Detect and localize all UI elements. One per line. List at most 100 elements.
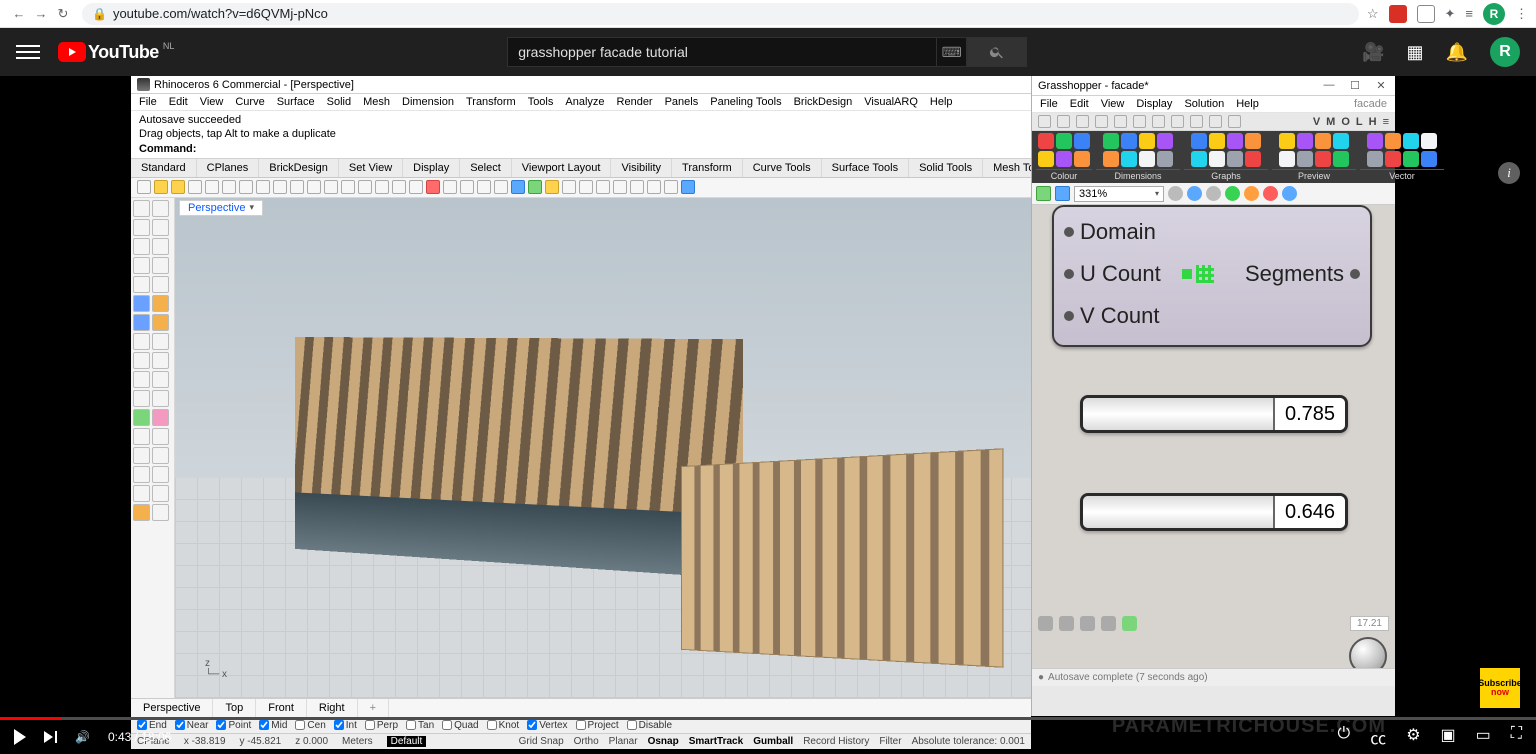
gh-menu-solution[interactable]: Solution bbox=[1184, 98, 1224, 110]
preview-blue-icon[interactable] bbox=[1282, 186, 1297, 201]
ribbon-icon[interactable] bbox=[1367, 151, 1383, 167]
keyboard-icon[interactable]: ⌨ bbox=[937, 37, 967, 67]
ribbon-icon[interactable] bbox=[1139, 151, 1155, 167]
tab-solid-tools[interactable]: Solid Tools bbox=[909, 159, 983, 177]
miniplayer-button[interactable]: ▣ bbox=[1441, 725, 1456, 749]
gh-category-bar[interactable]: VMOLH≡ bbox=[1032, 113, 1395, 131]
ribbon-group-preview[interactable]: Preview bbox=[1272, 169, 1356, 181]
add-view-tab[interactable]: + bbox=[358, 699, 389, 717]
reload-button[interactable]: ↻ bbox=[52, 6, 74, 22]
gh-menu-view[interactable]: View bbox=[1101, 98, 1125, 110]
ribbon-icon[interactable] bbox=[1103, 133, 1119, 149]
volume-button[interactable]: 🔊 bbox=[75, 730, 90, 744]
ribbon-icon[interactable] bbox=[1367, 133, 1383, 149]
settings-button[interactable]: ⚙ bbox=[1406, 725, 1420, 749]
number-slider[interactable]: 0.646 bbox=[1080, 493, 1348, 531]
facade-panel-model[interactable] bbox=[681, 448, 1003, 668]
preview-orange-icon[interactable] bbox=[1244, 186, 1259, 201]
search-button[interactable] bbox=[967, 37, 1027, 67]
canvas-tool-icon[interactable] bbox=[1206, 186, 1221, 201]
ribbon-icon[interactable] bbox=[1403, 151, 1419, 167]
ribbon-icon[interactable] bbox=[1038, 133, 1054, 149]
tab-set-view[interactable]: Set View bbox=[339, 159, 403, 177]
canvas-widgets[interactable] bbox=[1032, 612, 1143, 635]
menu-surface[interactable]: Surface bbox=[277, 96, 315, 108]
cat-H[interactable]: H bbox=[1369, 116, 1377, 128]
address-bar[interactable]: 🔒 youtube.com/watch?v=d6QVMj-pNco bbox=[82, 3, 1359, 25]
divide-domain-node[interactable]: Domain U Count Segments V Count bbox=[1052, 205, 1372, 347]
node-input-vcount[interactable]: V Count bbox=[1080, 303, 1160, 329]
close-button[interactable]: ✕ bbox=[1373, 79, 1389, 92]
tab-select[interactable]: Select bbox=[460, 159, 512, 177]
gh-canvas[interactable]: Domain U Count Segments V Count 0.785 bbox=[1032, 205, 1395, 683]
viewport-label[interactable]: Perspective bbox=[179, 200, 263, 216]
cmd-prompt[interactable]: Command: bbox=[139, 142, 1023, 156]
menu-render[interactable]: Render bbox=[617, 96, 653, 108]
autoplay-toggle[interactable]: ⏻ bbox=[1338, 725, 1351, 749]
ribbon-icon[interactable] bbox=[1333, 133, 1349, 149]
star-icon[interactable]: ☆ bbox=[1367, 6, 1379, 22]
ribbon-icon[interactable] bbox=[1227, 133, 1243, 149]
ribbon-icon[interactable] bbox=[1121, 133, 1137, 149]
captions-button[interactable]: ㏄ bbox=[1370, 725, 1386, 749]
slider-value[interactable]: 0.785 bbox=[1273, 398, 1345, 430]
slider-grip[interactable] bbox=[1347, 404, 1348, 424]
maximize-button[interactable]: ☐ bbox=[1347, 79, 1363, 92]
apps-icon[interactable]: ▦ bbox=[1407, 42, 1424, 63]
open-icon[interactable] bbox=[1036, 186, 1051, 201]
hamburger-menu[interactable] bbox=[16, 41, 40, 63]
gh-doc-name[interactable]: facade bbox=[1354, 98, 1387, 110]
slider-grip[interactable] bbox=[1080, 502, 1081, 522]
viewport-tabs[interactable]: PerspectiveTopFrontRight+ bbox=[131, 698, 1031, 717]
menu-transform[interactable]: Transform bbox=[466, 96, 516, 108]
cat-O[interactable]: O bbox=[1341, 116, 1350, 128]
menu-file[interactable]: File bbox=[139, 96, 157, 108]
preview-red-icon[interactable] bbox=[1263, 186, 1278, 201]
notifications-icon[interactable]: 🔔 bbox=[1446, 42, 1468, 63]
ribbon-icon[interactable] bbox=[1315, 133, 1331, 149]
menu-visualarq[interactable]: VisualARQ bbox=[864, 96, 918, 108]
gh-canvas-toolbar[interactable]: 331% bbox=[1032, 183, 1395, 205]
ribbon-icon[interactable] bbox=[1157, 151, 1173, 167]
view-tab-perspective[interactable]: Perspective bbox=[131, 699, 213, 717]
ribbon-icon[interactable] bbox=[1056, 133, 1072, 149]
ribbon-icon[interactable] bbox=[1403, 133, 1419, 149]
ribbon-icon[interactable] bbox=[1209, 151, 1225, 167]
menu-view[interactable]: View bbox=[200, 96, 224, 108]
menu-paneling-tools[interactable]: Paneling Tools bbox=[710, 96, 781, 108]
view-tab-right[interactable]: Right bbox=[307, 699, 358, 717]
ribbon-icon[interactable] bbox=[1297, 151, 1313, 167]
youtube-logo[interactable]: YouTube NL bbox=[58, 42, 172, 63]
subscribe-watermark[interactable]: Subscribe now bbox=[1480, 668, 1520, 708]
ribbon-icon[interactable] bbox=[1191, 133, 1207, 149]
gh-menu-file[interactable]: File bbox=[1040, 98, 1058, 110]
toolbar-tabs[interactable]: StandardCPlanesBrickDesignSet ViewDispla… bbox=[131, 159, 1031, 178]
menu-help[interactable]: Help bbox=[930, 96, 953, 108]
cat-more[interactable]: ≡ bbox=[1383, 116, 1389, 128]
ribbon-icon[interactable] bbox=[1227, 151, 1243, 167]
standard-toolbar[interactable] bbox=[131, 178, 1031, 198]
ribbon-icon[interactable] bbox=[1191, 151, 1207, 167]
ribbon-icon[interactable] bbox=[1157, 133, 1173, 149]
tab-transform[interactable]: Transform bbox=[672, 159, 743, 177]
ribbon-icon[interactable] bbox=[1056, 151, 1072, 167]
view-tab-front[interactable]: Front bbox=[256, 699, 307, 717]
ribbon-icon[interactable] bbox=[1421, 151, 1437, 167]
side-toolbar[interactable] bbox=[131, 198, 175, 698]
extensions-icon[interactable]: ✦ bbox=[1445, 6, 1456, 22]
next-button[interactable] bbox=[44, 731, 57, 743]
menu-brickdesign[interactable]: BrickDesign bbox=[794, 96, 853, 108]
ribbon-icon[interactable] bbox=[1279, 133, 1295, 149]
gh-menu-bar[interactable]: FileEditViewDisplaySolutionHelpfacade bbox=[1032, 96, 1395, 113]
minimize-button[interactable]: — bbox=[1321, 79, 1337, 92]
tab-surface-tools[interactable]: Surface Tools bbox=[822, 159, 909, 177]
gh-menu-help[interactable]: Help bbox=[1236, 98, 1259, 110]
canvas-tool-icon[interactable] bbox=[1187, 186, 1202, 201]
cat-V[interactable]: V bbox=[1313, 116, 1320, 128]
node-input-domain[interactable]: Domain bbox=[1080, 219, 1156, 245]
gh-menu-display[interactable]: Display bbox=[1136, 98, 1172, 110]
info-card-icon[interactable]: i bbox=[1498, 162, 1520, 184]
menu-panels[interactable]: Panels bbox=[665, 96, 699, 108]
theater-button[interactable]: ▭ bbox=[1476, 725, 1491, 749]
menu-solid[interactable]: Solid bbox=[327, 96, 351, 108]
